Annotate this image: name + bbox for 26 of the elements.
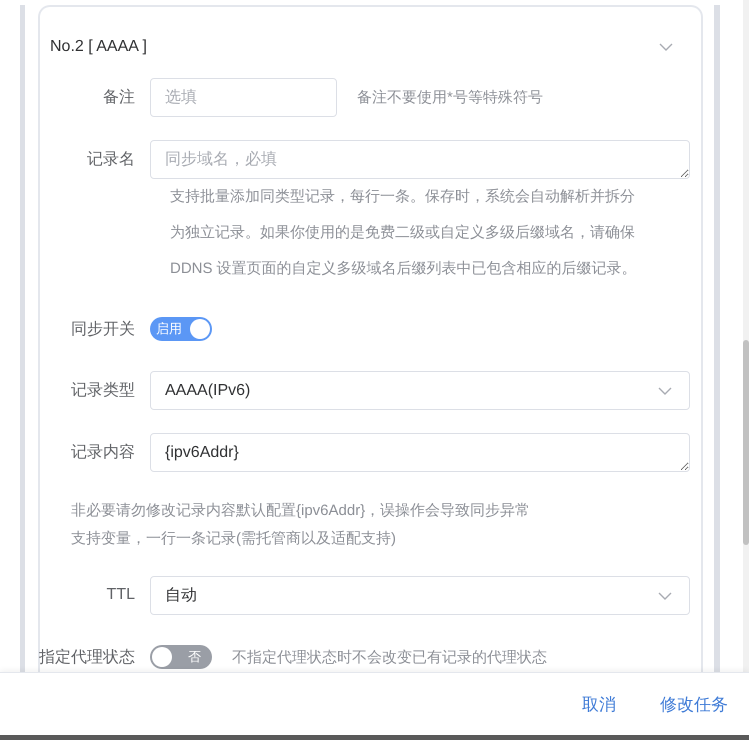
submit-button[interactable]: 修改任务 [658, 688, 730, 720]
chevron-icon[interactable] [657, 590, 673, 600]
scrollbar-thumb[interactable] [743, 340, 749, 545]
textarea-field[interactable]: {ipv6Addr} [150, 433, 690, 472]
hint-text: 支持变量，一行一条记录(需托管商以及适配支持) [71, 529, 397, 549]
record-title: No.2 [ AAAA ] [50, 38, 147, 56]
select-field[interactable]: AAAA(IPv6) [150, 371, 690, 410]
select-field[interactable]: 自动 [150, 576, 690, 615]
help-text: 支持批量添加同类型记录，每行一条。保存时，系统会自动解析并拆分 为独立记录。如果你使用的是免费二级或自定义多级后缀域名，请确保 DDNS 设置页面的自定义多级域名后缀列表中已包含相应的后缀记录。 [169, 187, 638, 279]
field-label: 同步开关 [71, 320, 135, 340]
field-label: 记录类型 [71, 380, 135, 400]
hint-text: 非必要请勿修改记录内容默认配置{ipv6Addr}，误操作会导致同步异常 [71, 501, 532, 521]
input-field[interactable]: 选填 [150, 78, 337, 117]
field-label: 备注 [103, 88, 135, 108]
field-label: 指定代理状态 [39, 648, 135, 668]
chevron-icon[interactable] [657, 386, 673, 396]
field-note: 不指定代理状态时不会改变已有记录的代理状态 [232, 648, 547, 666]
toggle-switch[interactable]: 启用 [150, 317, 212, 341]
toggle-switch[interactable]: 否 [150, 645, 212, 669]
cancel-button[interactable]: 取消 [580, 688, 618, 720]
field-label: 记录内容 [71, 442, 135, 462]
chevron-icon[interactable] [658, 42, 674, 52]
field-note: 备注不要使用*号等特殊符号 [357, 88, 543, 107]
textarea-field[interactable]: 同步域名，必填 [150, 140, 690, 179]
field-label: TTL [106, 586, 135, 604]
field-label: 记录名 [87, 150, 135, 170]
